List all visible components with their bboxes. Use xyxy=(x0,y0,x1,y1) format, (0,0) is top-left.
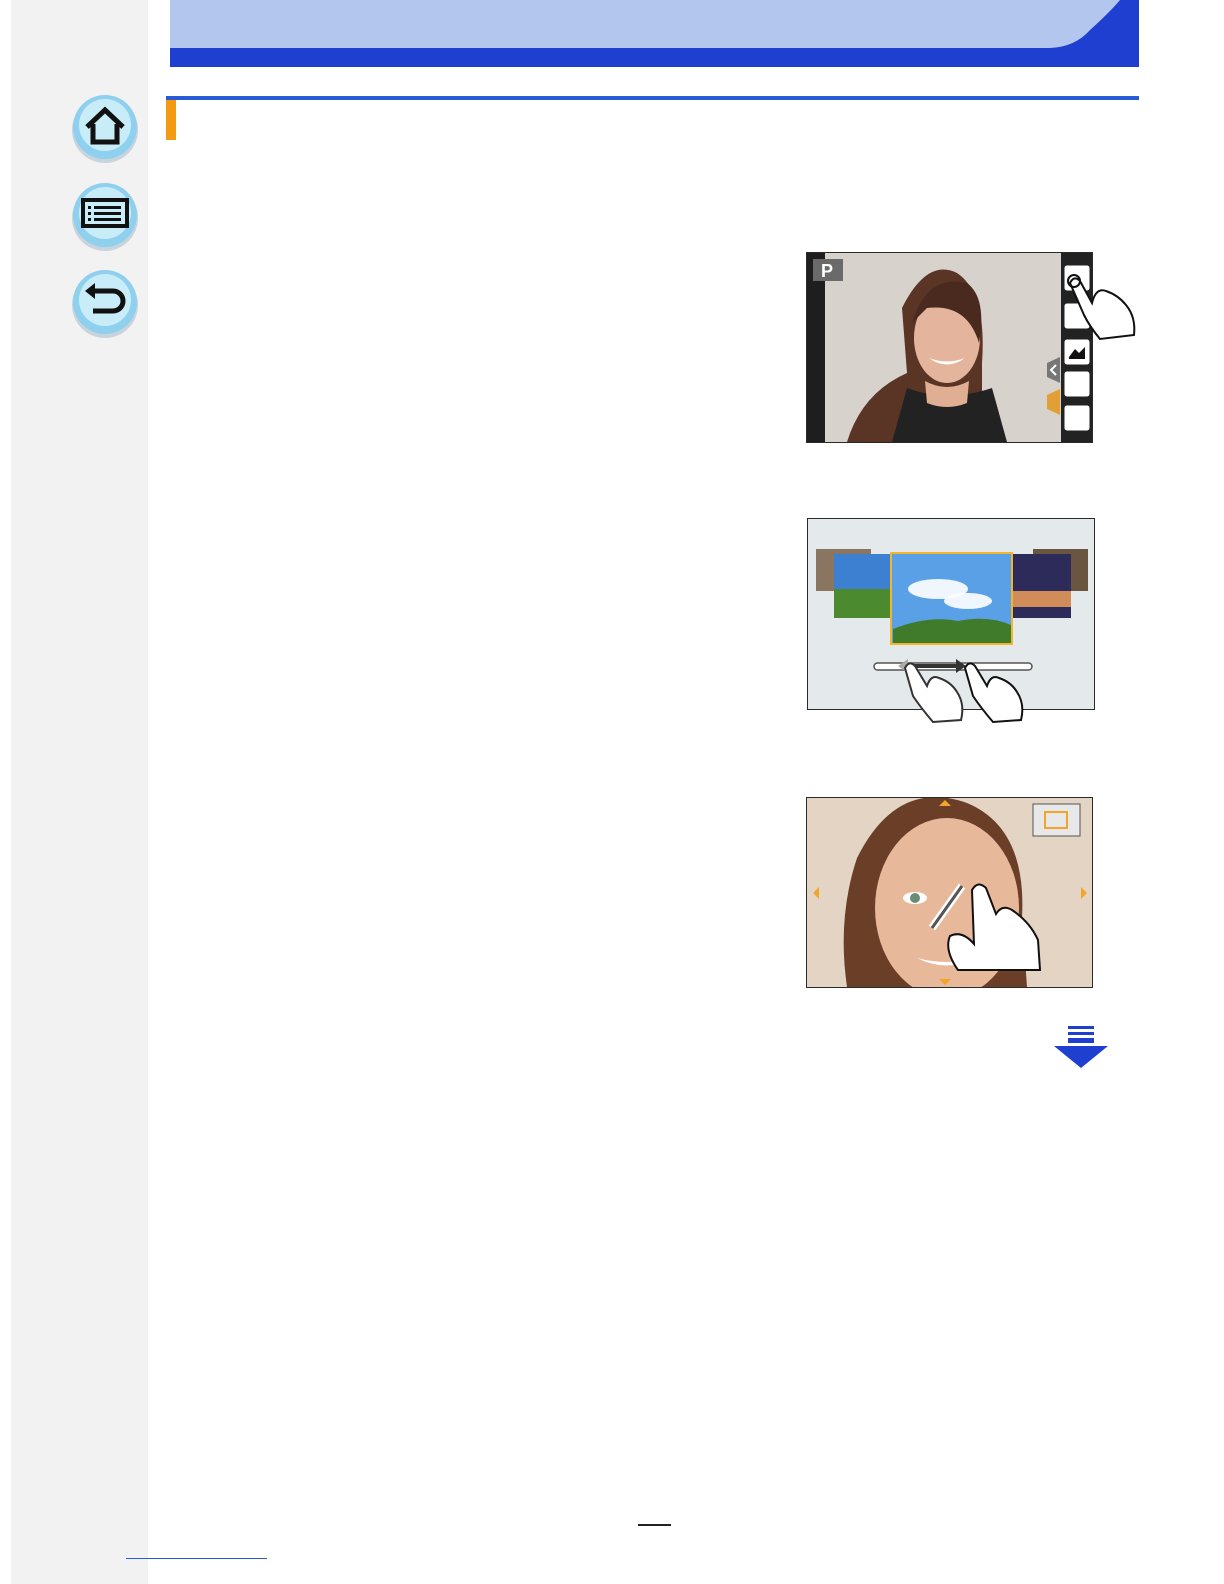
hand-pointer-icon xyxy=(1067,274,1136,341)
down-arrow-icon[interactable] xyxy=(1054,1026,1108,1070)
home-button[interactable] xyxy=(69,92,141,164)
contents-button[interactable] xyxy=(69,180,141,252)
chapter-header xyxy=(170,0,1139,67)
home-icon xyxy=(72,95,138,163)
list-icon xyxy=(72,183,138,251)
swipe-hands-icon xyxy=(903,662,1024,724)
footer-link-underline[interactable] xyxy=(126,1558,267,1559)
touch-tab-figure: P xyxy=(806,252,1093,443)
page-number-rule xyxy=(638,1524,671,1526)
back-button[interactable] xyxy=(69,267,141,339)
return-icon xyxy=(72,270,138,338)
section-marker xyxy=(166,100,176,140)
pinch-hand-icon xyxy=(928,883,1042,971)
mode-label: P xyxy=(821,261,833,281)
section-rule xyxy=(166,96,1139,100)
